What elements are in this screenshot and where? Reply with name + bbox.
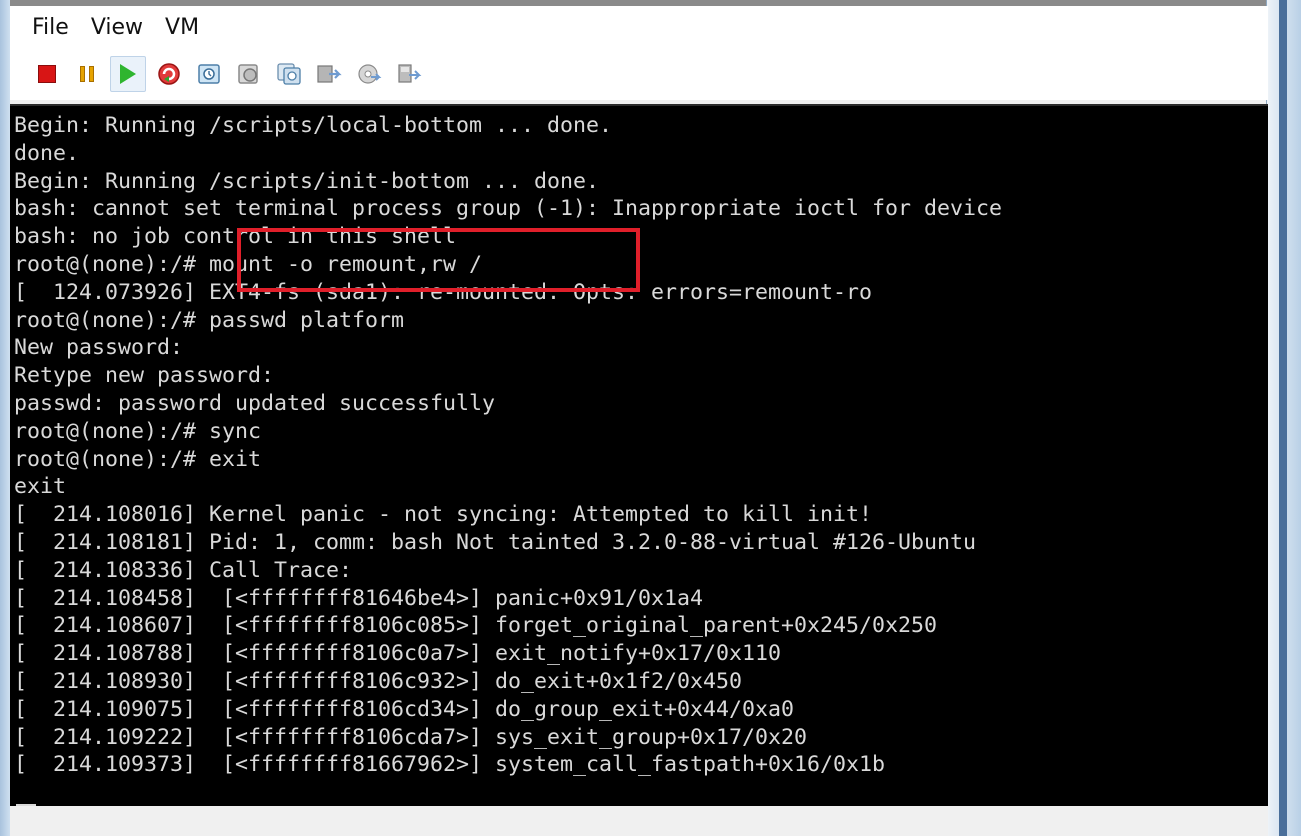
window-left-border — [0, 0, 10, 836]
console-output: Begin: Running /scripts/local-bottom ...… — [14, 112, 1002, 779]
menu-bar: File View VM — [10, 6, 1268, 48]
window-right-edge — [1279, 0, 1287, 836]
cd-dvd-icon — [358, 64, 382, 84]
menu-file[interactable]: File — [32, 15, 69, 40]
console-line: root@(none):/# sync — [14, 418, 262, 444]
console-line: root@(none):/# exit — [14, 446, 262, 472]
highlight-annotation — [237, 228, 640, 292]
console-line: [ 214.109075] [<ffffffff8106cd34>] do_gr… — [14, 696, 795, 722]
snapshot-icon — [198, 64, 220, 84]
play-button[interactable] — [110, 56, 146, 92]
revert-snapshot-icon — [238, 64, 258, 84]
floppy-icon — [398, 64, 422, 83]
console-line: [ 214.109222] [<ffffffff8106cda7>] sys_e… — [14, 724, 808, 750]
console-icon — [317, 65, 342, 83]
revert-snapshot-button[interactable] — [232, 57, 266, 91]
console-line: root@(none):/# passwd platform — [14, 307, 405, 333]
toolbar — [10, 48, 1268, 100]
console-button[interactable] — [312, 57, 346, 91]
console-line: passwd: password updated successfully — [14, 390, 496, 416]
console-line: [ 214.109373] [<ffffffff81667962>] syste… — [14, 752, 886, 778]
console-line: New password: — [14, 335, 184, 361]
console-line: [ 214.108016] Kernel panic - not syncing… — [14, 502, 873, 528]
console-line: [ 214.108181] Pid: 1, comm: bash Not tai… — [14, 529, 977, 555]
pause-button[interactable] — [70, 57, 104, 91]
console-line: [ 214.108930] [<ffffffff8106c932>] do_ex… — [14, 668, 743, 694]
manage-snapshots-icon — [277, 63, 301, 85]
window-right-border — [1266, 0, 1301, 836]
console-line: [ 214.108607] [<ffffffff8106c085>] forge… — [14, 613, 938, 639]
console-line: Retype new password: — [14, 363, 275, 389]
manage-snapshots-button[interactable] — [272, 57, 306, 91]
console-line: Begin: Running /scripts/local-bottom ...… — [14, 113, 613, 138]
menu-view[interactable]: View — [91, 15, 143, 40]
stop-button[interactable] — [30, 57, 64, 91]
vm-console[interactable]: Begin: Running /scripts/local-bottom ...… — [10, 104, 1268, 808]
console-line: [ 214.108458] [<ffffffff81646be4>] panic… — [14, 585, 704, 611]
console-line: done. — [14, 140, 80, 166]
console-line: bash: cannot set terminal process group … — [14, 196, 1003, 222]
pause-icon — [80, 66, 94, 82]
console-line: [ 214.108788] [<ffffffff8106c0a7>] exit_… — [14, 641, 782, 667]
stop-icon — [38, 65, 56, 83]
console-line: [ 214.108336] Call Trace: — [14, 557, 353, 583]
menu-vm[interactable]: VM — [165, 15, 199, 40]
console-line: Begin: Running /scripts/init-bottom ... … — [14, 168, 600, 194]
status-bar — [10, 806, 1268, 836]
play-icon — [120, 64, 136, 84]
floppy-button[interactable] — [392, 57, 426, 91]
take-snapshot-button[interactable] — [192, 57, 226, 91]
reset-icon — [158, 63, 180, 85]
cd-dvd-button[interactable] — [352, 57, 386, 91]
reset-button[interactable] — [152, 57, 186, 91]
console-line: exit — [14, 474, 67, 500]
